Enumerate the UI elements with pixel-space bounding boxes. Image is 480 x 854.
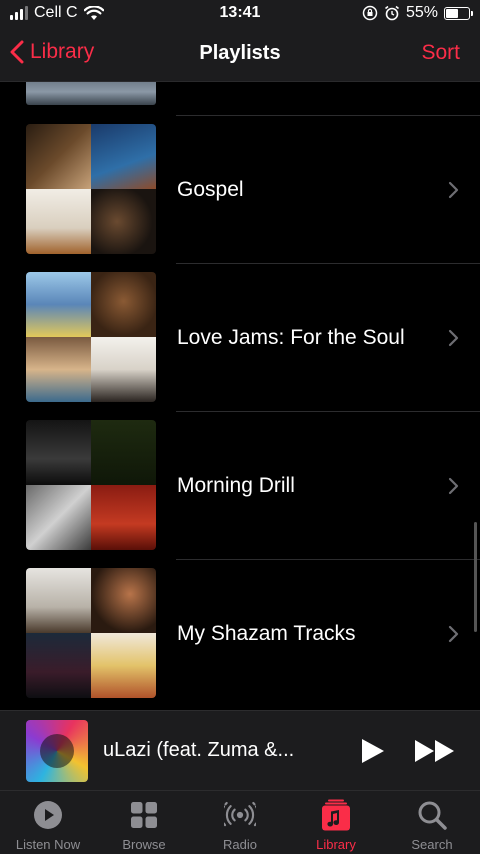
search-icon xyxy=(416,799,448,831)
tab-label: Browse xyxy=(122,837,166,852)
rotation-lock-icon xyxy=(362,5,378,21)
fast-forward-icon[interactable] xyxy=(414,738,456,764)
playlist-row-my-shazam-tracks[interactable]: My Shazam Tracks xyxy=(0,560,480,708)
playlist-title: Morning Drill xyxy=(177,474,295,497)
grid-icon xyxy=(128,799,160,831)
playlist-title: My Shazam Tracks xyxy=(177,622,356,645)
playlist-artwork xyxy=(26,420,156,550)
tab-library[interactable]: Library xyxy=(288,791,384,854)
navigation-bar: Library Playlists Sort xyxy=(0,30,480,82)
music-library-icon xyxy=(320,799,352,831)
battery-percent: 55% xyxy=(405,4,438,21)
back-button[interactable]: Library xyxy=(10,40,94,64)
chevron-right-icon xyxy=(448,329,459,347)
tab-listen-now[interactable]: Listen Now xyxy=(0,791,96,854)
tab-label: Library xyxy=(316,837,356,852)
playlist-row-love-jams[interactable]: Love Jams: For the Soul xyxy=(0,264,480,412)
back-label: Library xyxy=(30,40,95,63)
scroll-indicator[interactable] xyxy=(474,522,477,632)
tab-label: Radio xyxy=(223,837,257,852)
play-circle-icon xyxy=(32,799,64,831)
chevron-right-icon xyxy=(448,477,459,495)
status-bar: Cell C 13:41 55% xyxy=(0,0,480,30)
chevron-right-icon xyxy=(448,625,459,643)
playlist-artwork-partial[interactable] xyxy=(26,82,156,105)
sort-button[interactable]: Sort xyxy=(421,41,460,65)
mini-player[interactable]: uLazi (feat. Zuma &... xyxy=(0,710,480,790)
radio-waves-icon xyxy=(224,799,256,831)
playlist-artwork xyxy=(26,272,156,402)
tab-search[interactable]: Search xyxy=(384,791,480,854)
now-playing-title[interactable]: uLazi (feat. Zuma &... xyxy=(103,739,318,762)
tab-label: Listen Now xyxy=(15,837,81,852)
chevron-right-icon xyxy=(448,181,459,199)
status-bar-right: 55% xyxy=(362,4,473,22)
playlist-title: Gospel xyxy=(177,178,244,201)
tab-label: Search xyxy=(411,837,453,852)
playlist-artwork xyxy=(26,124,156,254)
play-icon[interactable] xyxy=(358,737,386,765)
tab-browse[interactable]: Browse xyxy=(96,791,192,854)
playlist-row-morning-drill[interactable]: Morning Drill xyxy=(0,412,480,560)
playlist-row-gospel[interactable]: Gospel xyxy=(0,116,480,264)
now-playing-artwork[interactable] xyxy=(26,720,88,782)
playlist-title: Love Jams: For the Soul xyxy=(177,326,405,349)
playlist-artwork xyxy=(26,568,156,698)
tab-radio[interactable]: Radio xyxy=(192,791,288,854)
alarm-icon xyxy=(384,5,399,21)
playlist-list[interactable]: Gospel Love Jams: For the Soul Morning D… xyxy=(0,82,480,710)
battery-icon xyxy=(444,6,473,20)
chevron-left-icon xyxy=(10,40,24,64)
tab-bar: Listen Now Browse Radio Library Search xyxy=(0,790,480,854)
